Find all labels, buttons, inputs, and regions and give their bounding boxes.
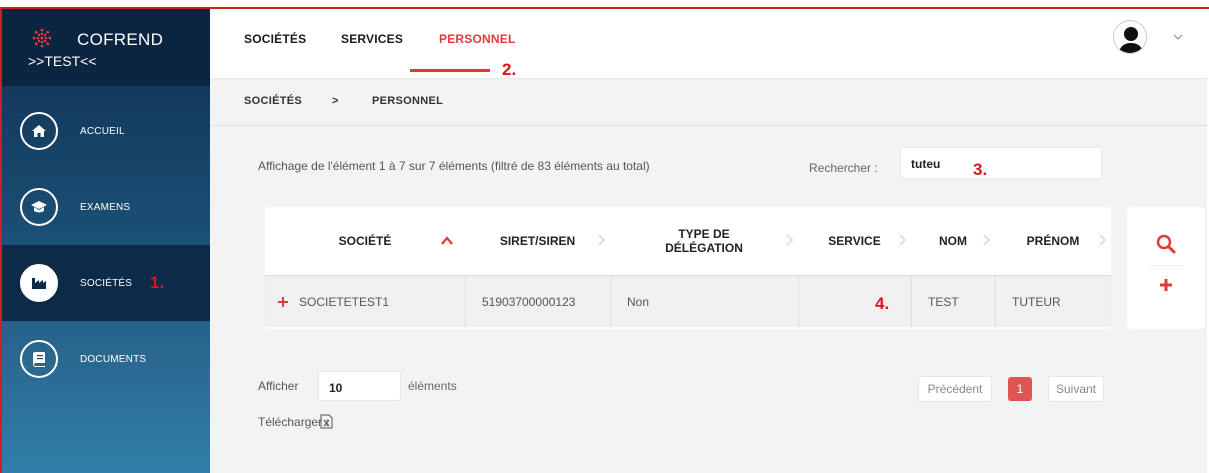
sidebar-item-label: EXAMENS [80,201,131,213]
column-header-service[interactable]: SERVICE [798,207,911,275]
brand-subtitle: >>TEST<< [28,53,97,69]
breadcrumb-separator: > [332,95,339,107]
header-label: SERVICE [828,234,881,248]
header-label: TYPE DE DÉLÉGATION [665,227,743,255]
cofrend-logo-icon [32,28,52,48]
sidebar-item-label: ACCUEIL [80,125,125,137]
page-size-value: 10 [329,381,343,395]
page-size-input[interactable]: 10 [318,371,401,401]
sort-icon [786,234,794,246]
cell-societe: SOCIETETEST1 [265,276,465,328]
search-value: tuteu [911,157,941,171]
header-label: PRÉNOM [1026,234,1080,248]
cell-text: TEST [928,295,959,309]
download-label: Télécharger : [258,415,329,429]
pagination-next[interactable]: Suivant [1048,376,1104,402]
divider [1149,265,1183,266]
sidebar-item-label: DOCUMENTS [80,353,147,365]
header-label: SOCIÉTÉ [338,234,392,248]
expand-plus-icon[interactable] [277,296,289,308]
active-tab-indicator [410,69,490,72]
page-size-suffix: éléments [408,379,457,393]
column-header-societe[interactable]: SOCIÉTÉ [265,207,465,275]
cell-delegation: Non [610,276,798,328]
book-icon [20,340,58,378]
column-header-siret[interactable]: SIRET/SIREN [465,207,610,275]
search-label: Rechercher : [809,161,878,175]
sidebar-item-societes[interactable]: SOCIÉTÉS 1. [2,245,210,321]
cell-nom: TEST [911,276,995,328]
graduation-cap-icon [20,188,58,226]
sidebar-item-documents[interactable]: DOCUMENTS [2,321,210,397]
pagination-next-label: Suivant [1055,382,1097,396]
sidebar-item-label: SOCIÉTÉS [80,277,133,289]
cell-text: 51903700000123 [482,295,576,309]
breadcrumb-societes[interactable]: SOCIÉTÉS [244,95,302,107]
brand[interactable]: COFREND >>TEST<< [2,9,210,86]
sort-icon [899,234,907,246]
factory-icon [20,264,58,302]
breadcrumb: SOCIÉTÉS > PERSONNEL [210,79,1207,126]
excel-file-icon[interactable] [320,414,333,429]
header-label: NOM [939,234,967,248]
header-label: SIRET/SIREN [499,234,576,248]
pagination-previous-label: Précédent [927,382,983,396]
cell-siret: 51903700000123 [465,276,610,328]
search-icon[interactable] [1156,234,1176,254]
cell-text: TUTEUR [1012,295,1061,309]
home-icon [20,112,58,150]
header-line-1: TYPE DE [678,227,730,241]
sort-icon [983,234,991,246]
brand-name: COFREND [77,30,164,49]
tab-societes[interactable]: SOCIÉTÉS [244,32,306,46]
sort-icon [598,234,606,246]
sidebar: COFREND >>TEST<< ACCUEIL EXAMENS SOCIÉTÉ… [0,9,210,473]
chevron-down-icon[interactable] [1172,31,1184,43]
action-panel [1127,207,1205,329]
add-plus-icon[interactable] [1159,278,1173,292]
page-size-label: Afficher [258,379,299,393]
cell-text: Non [627,295,650,309]
pagination-page-1[interactable]: 1 [1008,377,1032,401]
column-header-prenom[interactable]: PRÉNOM [995,207,1111,275]
cell-prenom: TUTEUR [995,276,1111,328]
column-header-delegation[interactable]: TYPE DE DÉLÉGATION [610,207,798,275]
cell-text: SOCIETETEST1 [299,295,390,309]
sidebar-item-accueil[interactable]: ACCUEIL [2,93,210,169]
main-content: SOCIÉTÉS > PERSONNEL Affichage de l'élém… [210,79,1207,473]
search-input[interactable]: tuteu [900,147,1102,179]
annotation-1: 1. [150,273,165,292]
page-number: 1 [1016,382,1024,396]
user-icon [1118,27,1144,53]
tab-personnel[interactable]: PERSONNEL [439,32,515,46]
table-info: Affichage de l'élément 1 à 7 sur 7 éléme… [258,159,650,173]
tab-services[interactable]: SERVICES [341,32,403,46]
cell-service: 4. [798,276,911,328]
sidebar-item-examens[interactable]: EXAMENS [2,169,210,245]
column-header-nom[interactable]: NOM [911,207,995,275]
header-line-2: DÉLÉGATION [665,241,743,255]
breadcrumb-personnel: PERSONNEL [372,95,444,107]
pagination-previous[interactable]: Précédent [918,376,992,402]
sort-icon [1099,234,1107,246]
top-navigation: SOCIÉTÉS SERVICES PERSONNEL 2. [210,9,1207,79]
user-avatar[interactable] [1113,20,1147,54]
data-table: SOCIÉTÉ SIRET/SIREN TYPE DE DÉLÉGATION SE… [265,207,1111,329]
annotation-2: 2. [502,60,517,79]
table-row[interactable]: SOCIETETEST1 51903700000123 Non 4. TEST … [265,275,1111,328]
annotation-3: 3. [973,160,988,179]
top-strip [0,0,1209,9]
sort-ascending-icon [441,236,453,245]
annotation-4: 4. [875,294,890,313]
